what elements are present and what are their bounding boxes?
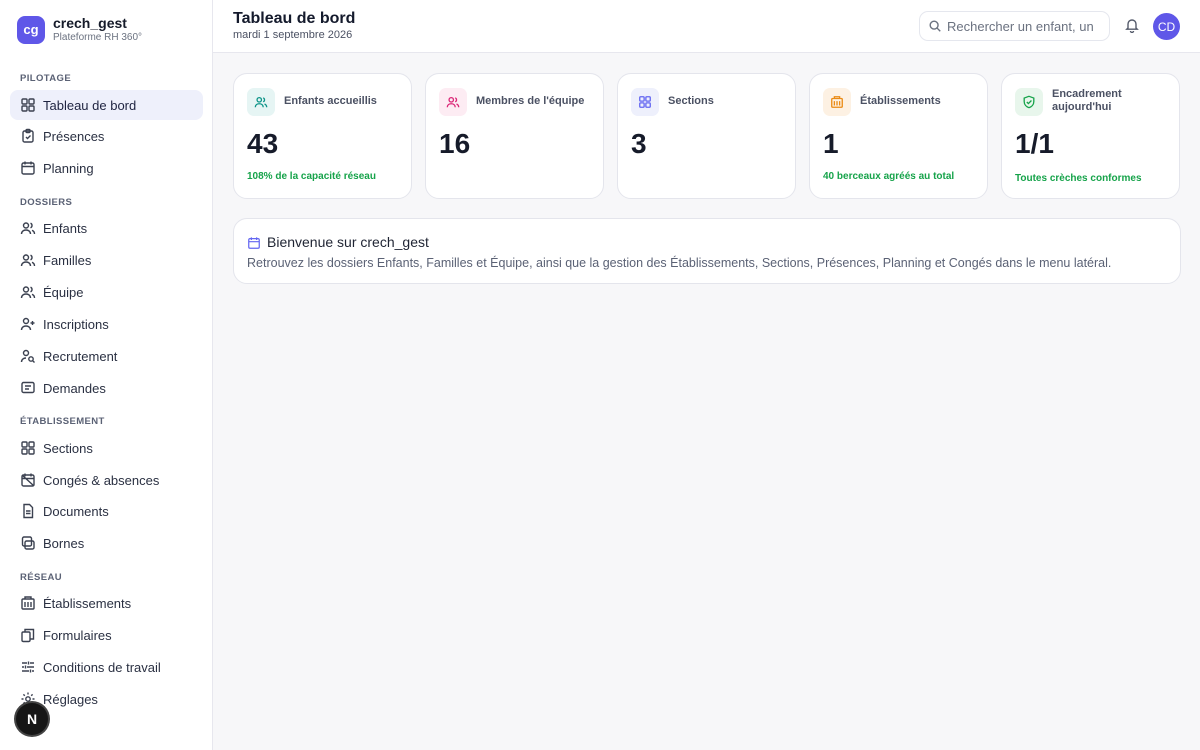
welcome-panel: Bienvenue sur crech_gest Retrouvez les d… xyxy=(233,218,1181,284)
section-title-pilotage: PILOTAGE xyxy=(20,73,72,84)
sidebar-item-label: Bornes xyxy=(43,535,85,551)
search-icon xyxy=(929,20,941,32)
sidebar-item-label: Congés & absences xyxy=(43,472,160,488)
grid-icon xyxy=(20,97,36,113)
stat-card-equipe: Membres de l'équipe 16 xyxy=(425,73,604,199)
sidebar-item-planning[interactable]: Planning xyxy=(10,153,203,183)
sidebar-item-inscriptions[interactable]: Inscriptions xyxy=(10,309,203,339)
users-icon xyxy=(20,252,36,268)
sidebar-item-label: Inscriptions xyxy=(43,316,109,332)
sidebar-item-label: Planning xyxy=(43,160,94,176)
stat-label: Encadrement aujourd'hui xyxy=(1052,88,1122,113)
stat-note: 108% de la capacité réseau xyxy=(247,171,376,182)
building-icon xyxy=(823,88,851,116)
page-date: mardi 1 septembre 2026 xyxy=(233,29,353,41)
search-box[interactable] xyxy=(919,11,1110,41)
bell-icon[interactable] xyxy=(1124,17,1140,33)
sidebar-item-formulaires[interactable]: Formulaires xyxy=(10,620,203,650)
brand[interactable]: cg crech_gest Plateforme RH 360° xyxy=(17,15,142,44)
sidebar-item-sections[interactable]: Sections xyxy=(10,433,203,463)
sidebar-item-recrutement[interactable]: Recrutement xyxy=(10,341,203,371)
stat-card-sections: Sections 3 xyxy=(617,73,796,199)
sidebar-item-tableau-de-bord[interactable]: Tableau de bord xyxy=(10,90,203,120)
stat-card-enfants: Enfants accueillis 43 108% de la capacit… xyxy=(233,73,412,199)
shield-check-icon xyxy=(1015,88,1043,116)
sidebar-item-presences[interactable]: Présences xyxy=(10,121,203,151)
brand-name: crech_gest xyxy=(53,15,127,31)
stat-card-encadrement: Encadrement aujourd'hui 1/1 Toutes crèch… xyxy=(1001,73,1180,199)
stat-value: 1 xyxy=(823,128,839,159)
document-icon xyxy=(20,503,36,519)
sidebar-item-demandes[interactable]: Demandes xyxy=(10,373,203,403)
sidebar-item-label: Conditions de travail xyxy=(43,659,161,675)
stat-value: 43 xyxy=(247,128,279,159)
section-title-etablissement: ÉTABLISSEMENT xyxy=(20,416,105,427)
message-icon xyxy=(20,380,36,396)
grid-icon xyxy=(20,440,36,456)
welcome-title: Bienvenue sur crech_gest xyxy=(267,234,429,250)
users-icon xyxy=(439,88,467,116)
sidebar-item-label: Réglages xyxy=(43,691,98,707)
stat-value: 1/1 xyxy=(1015,128,1054,159)
stat-label: Établissements xyxy=(860,95,941,107)
stat-card-etablissements: Établissements 1 40 berceaux agréés au t… xyxy=(809,73,988,199)
stat-value: 3 xyxy=(631,128,647,159)
sidebar-item-familles[interactable]: Familles xyxy=(10,245,203,275)
brand-logo: cg xyxy=(17,15,45,44)
sidebar-item-label: Équipe xyxy=(43,284,84,300)
calendar-icon xyxy=(248,237,260,249)
calendar-icon xyxy=(20,160,36,176)
stat-value: 16 xyxy=(439,128,471,159)
users-icon xyxy=(20,220,36,236)
team-icon xyxy=(20,284,36,300)
sidebar-item-label: Présences xyxy=(43,128,105,144)
sidebar-item-bornes[interactable]: Bornes xyxy=(10,528,203,558)
sidebar-item-etablissements[interactable]: Établissements xyxy=(10,588,203,618)
sidebar-item-label: Établissements xyxy=(43,595,132,611)
sidebar-item-label: Enfants xyxy=(43,220,88,236)
sliders-icon xyxy=(20,659,36,675)
sidebar-item-conditions-de-travail[interactable]: Conditions de travail xyxy=(10,652,203,682)
welcome-text: Retrouvez les dossiers Enfants, Familles… xyxy=(247,256,1112,270)
dev-tools-badge[interactable]: N xyxy=(16,703,48,735)
sidebar-item-equipe[interactable]: Équipe xyxy=(10,277,203,307)
brand-subtitle: Plateforme RH 360° xyxy=(53,32,143,43)
sidebar-item-label: Sections xyxy=(43,440,93,456)
stat-label: Membres de l'équipe xyxy=(476,95,585,107)
users-icon xyxy=(247,88,275,116)
forms-icon xyxy=(20,627,36,643)
sidebar-item-label: Demandes xyxy=(43,380,106,396)
sidebar-item-label: Familles xyxy=(43,252,92,268)
user-plus-icon xyxy=(20,316,36,332)
tablet-icon xyxy=(20,535,36,551)
section-title-reseau: RÉSEAU xyxy=(20,572,62,583)
sidebar-item-enfants[interactable]: Enfants xyxy=(10,213,203,243)
building-icon xyxy=(20,595,36,611)
topbar: Tableau de bord mardi 1 septembre 2026 C… xyxy=(213,0,1200,53)
search-input[interactable] xyxy=(947,18,1097,34)
stat-note: Toutes crèches conformes xyxy=(1015,173,1142,184)
calendar-off-icon xyxy=(20,472,36,488)
sidebar-item-conges-absences[interactable]: Congés & absences xyxy=(10,465,203,495)
sidebar-item-documents[interactable]: Documents xyxy=(10,496,203,526)
stat-note: 40 berceaux agréés au total xyxy=(823,171,955,182)
stat-label: Sections xyxy=(668,95,714,107)
grid-icon xyxy=(631,88,659,116)
sidebar-item-label: Tableau de bord xyxy=(43,97,137,113)
page-title: Tableau de bord xyxy=(233,10,356,27)
user-search-icon xyxy=(20,348,36,364)
avatar[interactable]: CD xyxy=(1153,13,1180,40)
sidebar-item-label: Formulaires xyxy=(43,627,112,643)
sidebar: cg crech_gest Plateforme RH 360° PILOTAG… xyxy=(0,0,213,750)
sidebar-item-label: Recrutement xyxy=(43,348,118,364)
sidebar-item-label: Documents xyxy=(43,503,109,519)
section-title-dossiers: DOSSIERS xyxy=(20,197,73,208)
stat-label: Enfants accueillis xyxy=(284,95,377,107)
clipboard-icon xyxy=(20,128,36,144)
